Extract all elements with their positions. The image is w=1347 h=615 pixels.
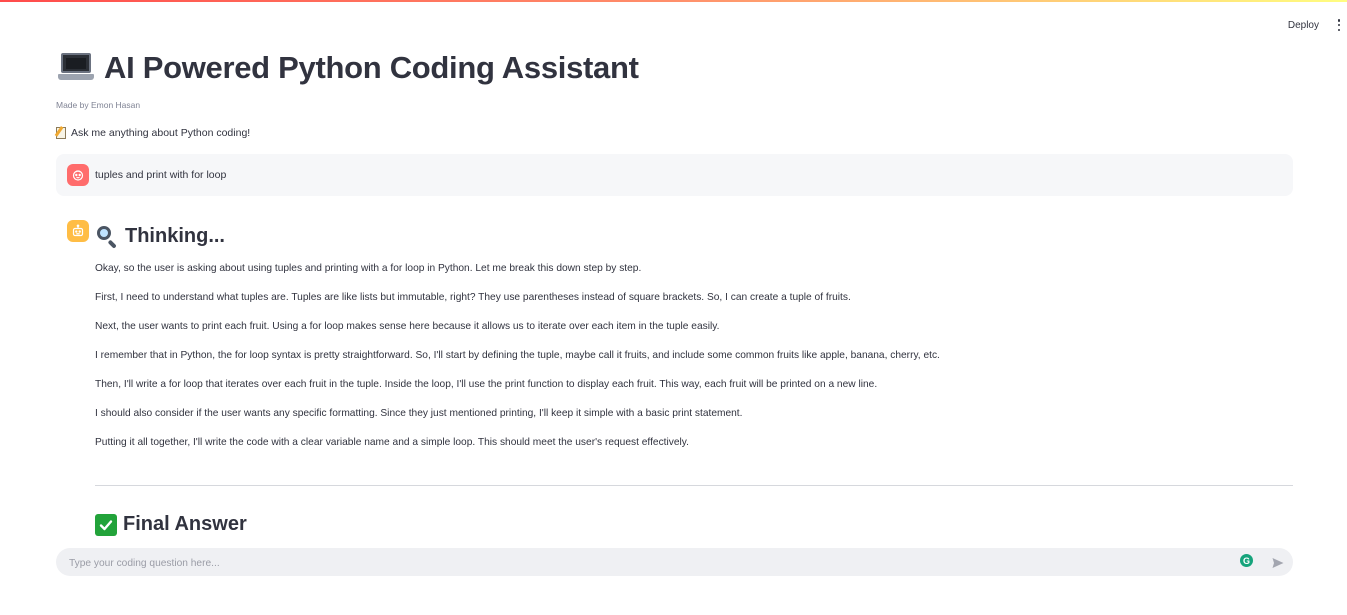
magnifying-glass-icon xyxy=(95,224,119,249)
final-answer-heading-text: Final Answer xyxy=(123,513,247,535)
reasoning-paragraph: I remember that in Python, the for loop … xyxy=(95,350,940,361)
thinking-heading: Thinking... xyxy=(95,224,225,249)
kebab-menu-icon[interactable] xyxy=(1337,19,1341,31)
chat-input[interactable] xyxy=(67,548,1231,578)
reasoning-paragraph: I should also consider if the user wants… xyxy=(95,408,743,419)
reasoning-paragraph: Next, the user wants to print each fruit… xyxy=(95,321,720,332)
reasoning-paragraph: First, I need to understand what tuples … xyxy=(95,292,851,303)
reasoning-block: Okay, so the user is asking about using … xyxy=(95,262,1285,465)
author-caption: Made by Emon Hasan xyxy=(56,100,141,110)
section-divider xyxy=(95,485,1293,486)
page-title: AI Powered Python Coding Assistant xyxy=(104,50,639,85)
page-title-row: AI Powered Python Coding Assistant xyxy=(58,50,639,86)
reasoning-paragraph: Okay, so the user is asking about using … xyxy=(95,263,642,274)
user-avatar-icon xyxy=(67,164,89,186)
user-message-text: tuples and print with for loop xyxy=(95,169,227,181)
app-header: Deploy xyxy=(0,2,1347,48)
reasoning-paragraph: Putting it all together, I'll write the … xyxy=(95,437,689,448)
grammarly-icon[interactable]: G xyxy=(1240,554,1253,567)
chat-input-container: G xyxy=(56,548,1293,578)
laptop-icon xyxy=(58,53,94,83)
intro-prompt: Ask me anything about Python coding! xyxy=(54,126,251,139)
deploy-button[interactable]: Deploy xyxy=(1288,20,1319,31)
intro-prompt-text: Ask me anything about Python coding! xyxy=(71,126,251,139)
check-mark-icon xyxy=(95,513,117,536)
thinking-heading-text: Thinking... xyxy=(125,224,225,247)
memo-icon xyxy=(54,126,68,139)
user-chat-message: tuples and print with for loop xyxy=(56,154,1293,196)
reasoning-paragraph: Then, I'll write a for loop that iterate… xyxy=(95,379,878,390)
final-answer-heading: Final Answer xyxy=(95,513,247,536)
assistant-avatar-icon xyxy=(67,220,89,242)
send-icon[interactable] xyxy=(1271,555,1285,569)
